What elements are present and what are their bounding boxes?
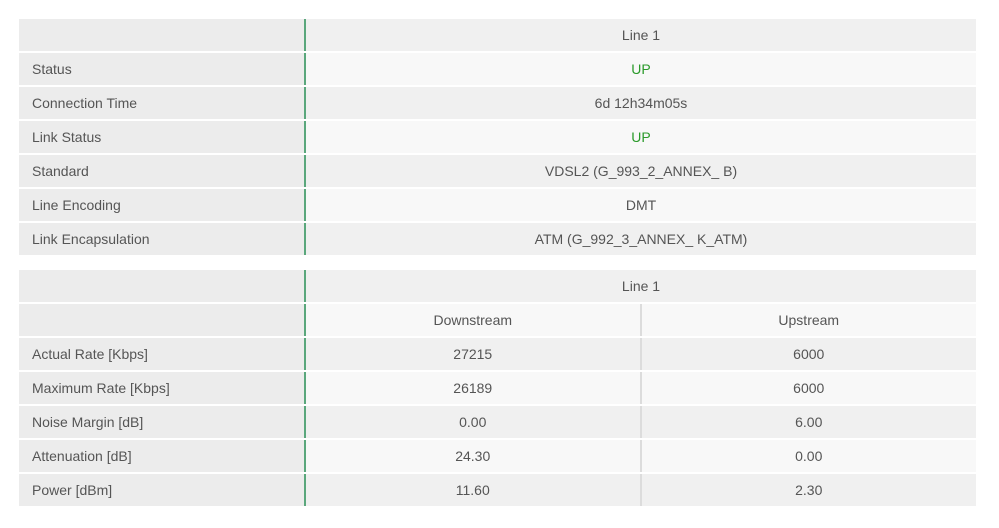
line-status-table: Line 1 Status UP Connection Time 6d 12h3… — [19, 19, 976, 255]
table-row: Power [dBm] 11.60 2.30 — [19, 473, 976, 506]
row-label: Attenuation [dB] — [19, 439, 306, 474]
table-row: Link Status UP — [19, 120, 976, 155]
table-row: Status UP — [19, 52, 976, 87]
row-label: Status — [19, 52, 306, 87]
row-label: Noise Margin [dB] — [19, 405, 306, 440]
table-row: Standard VDSL2 (G_993_2_ANNEX_ B) — [19, 154, 976, 189]
standard-value: VDSL2 (G_993_2_ANNEX_ B) — [305, 154, 976, 189]
column-header-upstream: Upstream — [640, 303, 976, 338]
table-row: Line Encoding DMT — [19, 188, 976, 223]
upstream-value: 6000 — [640, 371, 976, 406]
header-label-cell — [19, 19, 306, 53]
table-header-row: Line 1 — [19, 19, 976, 53]
table-row: Maximum Rate [Kbps] 26189 6000 — [19, 371, 976, 406]
row-label: Standard — [19, 154, 306, 189]
line-header: Line 1 — [305, 19, 976, 53]
upstream-value: 6000 — [640, 337, 976, 372]
line-header: Line 1 — [305, 270, 976, 304]
table-header-row: Line 1 — [19, 270, 976, 304]
row-label: Actual Rate [Kbps] — [19, 337, 306, 372]
table-row: Link Encapsulation ATM (G_992_3_ANNEX_ K… — [19, 222, 976, 255]
table-row: Noise Margin [dB] 0.00 6.00 — [19, 405, 976, 440]
header-label-cell — [19, 303, 306, 338]
row-label: Link Encapsulation — [19, 222, 306, 255]
downstream-value: 26189 — [305, 371, 642, 406]
line-encoding-value: DMT — [305, 188, 976, 223]
connection-time-value: 6d 12h34m05s — [305, 86, 976, 121]
upstream-value: 2.30 — [640, 473, 976, 506]
table-row: Connection Time 6d 12h34m05s — [19, 86, 976, 121]
header-label-cell — [19, 270, 306, 304]
table-row: Actual Rate [Kbps] 27215 6000 — [19, 337, 976, 372]
downstream-value: 24.30 — [305, 439, 642, 474]
upstream-value: 6.00 — [640, 405, 976, 440]
row-label: Connection Time — [19, 86, 306, 121]
table-row: Attenuation [dB] 24.30 0.00 — [19, 439, 976, 474]
row-label: Power [dBm] — [19, 473, 306, 506]
upstream-value: 0.00 — [640, 439, 976, 474]
link-status-value: UP — [305, 120, 976, 155]
downstream-value: 0.00 — [305, 405, 642, 440]
column-header-downstream: Downstream — [305, 303, 642, 338]
status-value: UP — [305, 52, 976, 87]
column-header-row: Downstream Upstream — [19, 303, 976, 338]
downstream-value: 27215 — [305, 337, 642, 372]
line-rate-table: Line 1 Downstream Upstream Actual Rate [… — [19, 270, 976, 506]
link-encapsulation-value: ATM (G_992_3_ANNEX_ K_ATM) — [305, 222, 976, 255]
row-label: Link Status — [19, 120, 306, 155]
row-label: Line Encoding — [19, 188, 306, 223]
row-label: Maximum Rate [Kbps] — [19, 371, 306, 406]
downstream-value: 11.60 — [305, 473, 642, 506]
